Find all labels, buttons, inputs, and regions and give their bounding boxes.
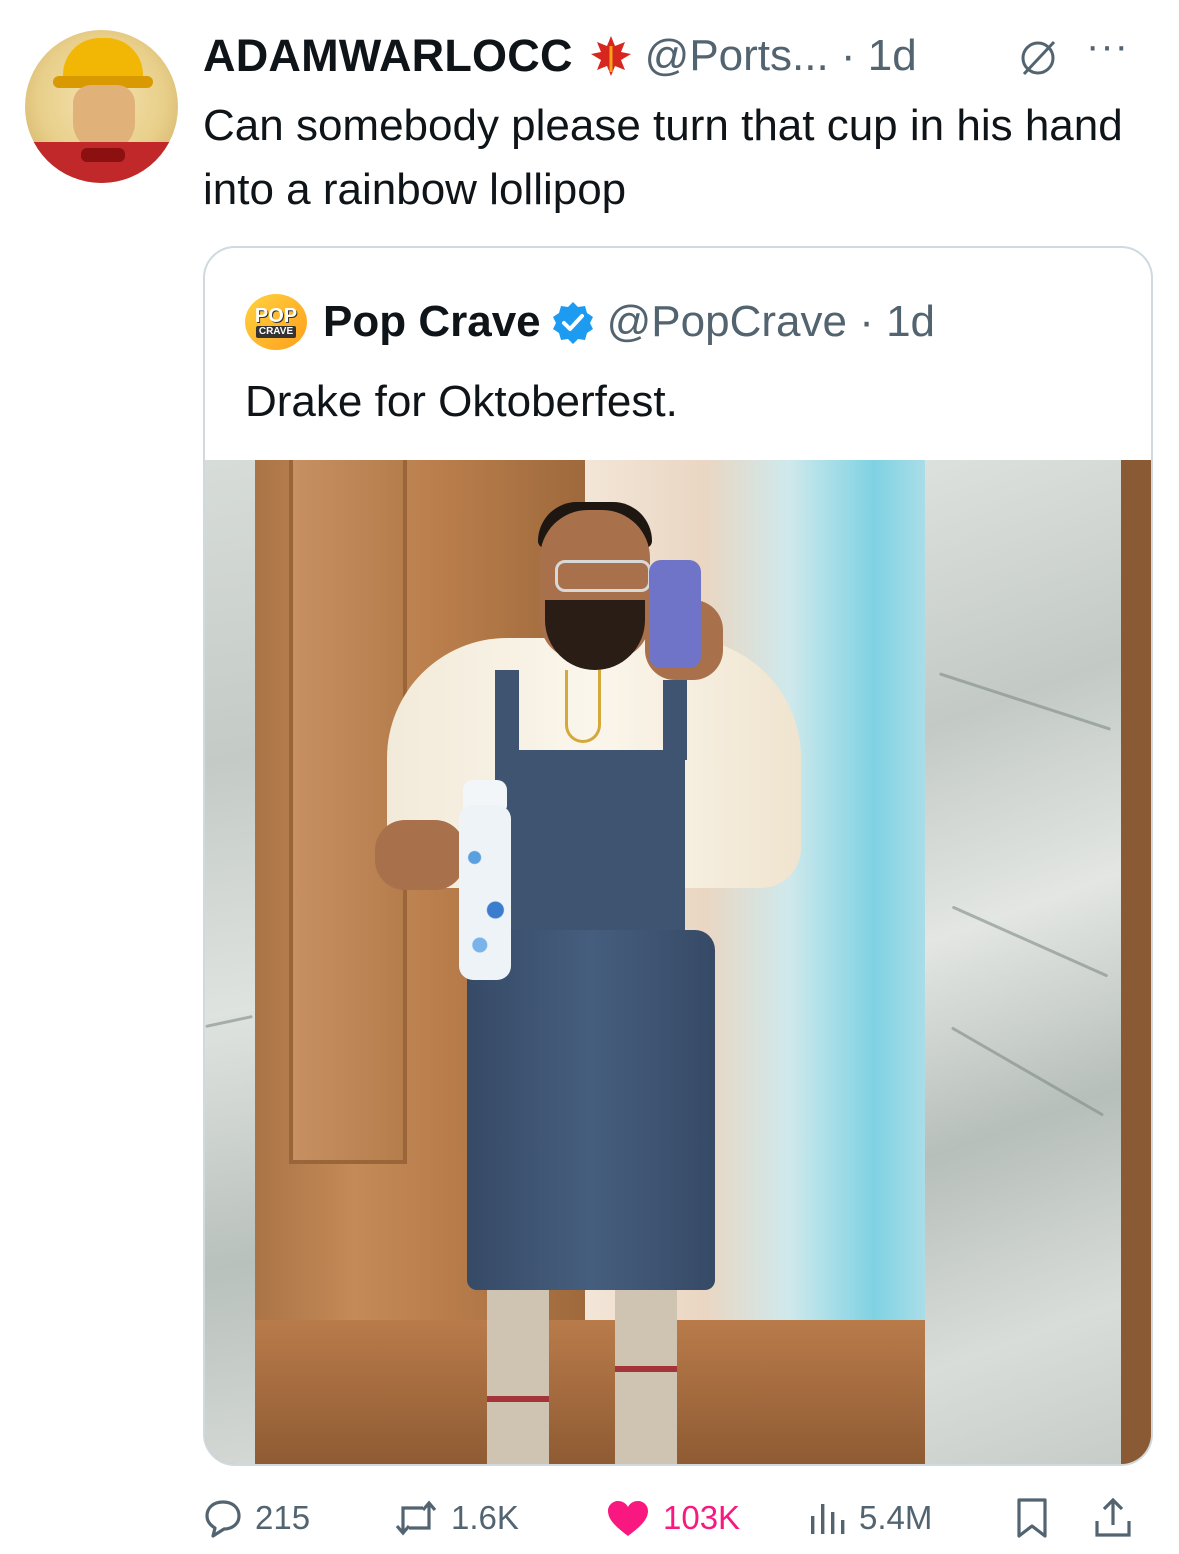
tweet-text: Can somebody please turn that cup in his… xyxy=(203,101,1123,214)
author-handle-meta[interactable]: @Ports... · 1d xyxy=(645,31,917,81)
photo-sock-right xyxy=(615,1290,677,1464)
views-icon xyxy=(811,1504,845,1534)
photo-overall-bib xyxy=(495,750,685,940)
author-name[interactable]: ADAMWARLOCC xyxy=(203,30,573,82)
photo-overall-body xyxy=(467,930,715,1290)
bookmark-icon xyxy=(1017,1498,1047,1538)
bookmark-button[interactable] xyxy=(1015,1494,1049,1542)
repost-button[interactable]: 1.6K xyxy=(393,1494,519,1542)
repost-count: 1.6K xyxy=(451,1499,519,1536)
photo-floor xyxy=(255,1320,935,1464)
verified-icon xyxy=(552,302,593,344)
tweet-header: ADAMWARLOCC @Ports... · 1d xyxy=(203,28,917,84)
photo-cup xyxy=(459,805,511,980)
quote-photo[interactable] xyxy=(205,460,1151,1464)
share-icon xyxy=(1095,1497,1131,1537)
like-button[interactable]: 103K xyxy=(605,1494,740,1542)
photo-sock-band xyxy=(487,1396,549,1402)
pop-crave-logo[interactable]: POP CRAVE xyxy=(245,294,307,350)
share-button[interactable] xyxy=(1093,1494,1133,1542)
more-icon[interactable]: ··· xyxy=(1086,24,1129,69)
quote-handle-meta[interactable]: @PopCrave · 1d xyxy=(607,297,935,347)
grok-icon[interactable] xyxy=(1016,36,1060,80)
like-count: 103K xyxy=(663,1499,741,1536)
photo-right-edge xyxy=(1121,460,1151,1464)
photo-chain xyxy=(565,670,601,743)
quote-text: Drake for Oktoberfest. xyxy=(245,377,678,426)
photo-strap-right xyxy=(663,680,687,760)
photo-sock-left xyxy=(487,1290,549,1464)
like-icon xyxy=(608,1501,648,1536)
pop-crave-logo-line1: POP xyxy=(254,305,298,327)
photo-marble-right xyxy=(925,460,1121,1464)
photo-strap-left xyxy=(495,670,519,760)
avatar-bow xyxy=(81,148,125,162)
views-count: 5.4M xyxy=(859,1499,933,1536)
quoted-tweet[interactable]: POP CRAVE Pop Crave @PopCrave · 1d Drake… xyxy=(203,246,1153,1466)
author-avatar[interactable] xyxy=(25,30,178,183)
photo-phone xyxy=(649,560,701,668)
reply-button[interactable]: 215 xyxy=(203,1494,310,1542)
quote-header: POP CRAVE Pop Crave @PopCrave · 1d xyxy=(245,294,935,350)
photo-glasses xyxy=(555,560,651,592)
pop-crave-logo-line2: CRAVE xyxy=(255,326,297,338)
leaf-badge-icon xyxy=(590,36,631,76)
photo-sock-band xyxy=(615,1366,677,1372)
reply-icon xyxy=(205,1500,241,1538)
quote-author-name[interactable]: Pop Crave xyxy=(323,297,541,347)
views-button[interactable]: 5.4M xyxy=(807,1494,932,1542)
repost-icon xyxy=(395,1500,437,1536)
reply-count: 215 xyxy=(255,1499,311,1536)
photo-marble-left xyxy=(205,460,255,1464)
action-bar: 215 1.6K 103K 5.4M xyxy=(203,1494,1149,1542)
photo-left-hand xyxy=(375,820,465,890)
